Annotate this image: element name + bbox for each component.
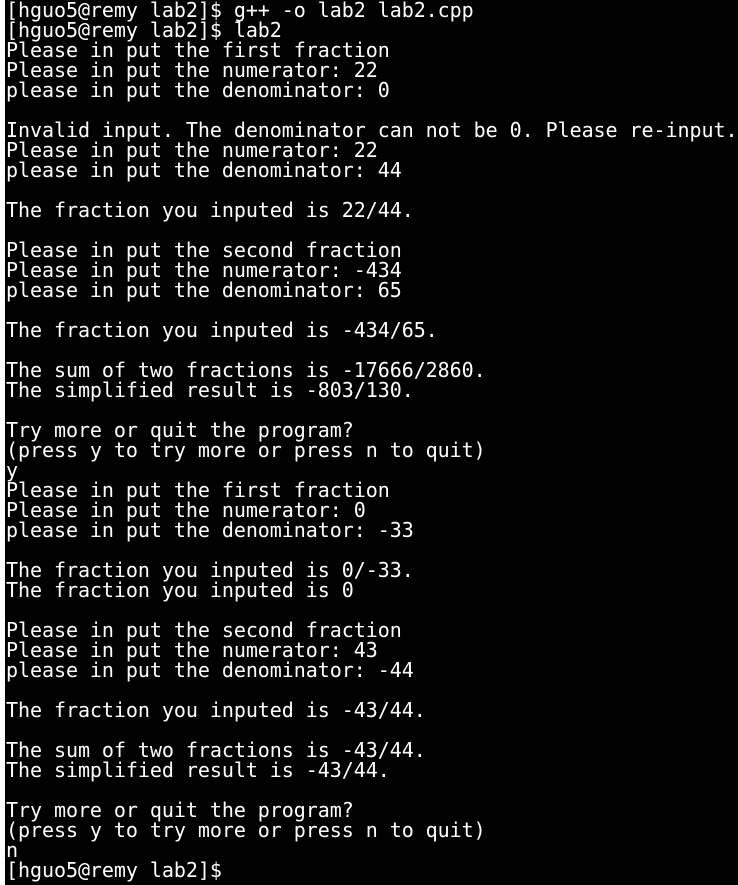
terminal-line: Invalid input. The denominator can not b… xyxy=(6,118,738,142)
terminal-line: Please in put the numerator: 0 xyxy=(6,498,366,522)
terminal-line: Try more or quit the program? xyxy=(6,798,354,822)
terminal-line: n xyxy=(6,838,18,862)
terminal-window[interactable]: [hguo5@remy lab2]$ g++ -o lab2 lab2.cpp[… xyxy=(0,0,738,885)
terminal-output: [hguo5@remy lab2]$ g++ -o lab2 lab2.cpp[… xyxy=(6,0,738,880)
terminal-line: Please in put the numerator: -434 xyxy=(6,258,402,282)
terminal-line: The simplified result is -43/44. xyxy=(6,758,390,782)
terminal-line: Please in put the first fraction xyxy=(6,478,390,502)
terminal-line: please in put the denominator: -44 xyxy=(6,658,414,682)
terminal-line: Try more or quit the program? xyxy=(6,418,354,442)
terminal-line: The fraction you inputed is 0/-33. xyxy=(6,558,414,582)
terminal-cursor xyxy=(234,864,245,883)
terminal-line: please in put the denominator: 65 xyxy=(6,278,402,302)
terminal-line: Please in put the numerator: 43 xyxy=(6,638,378,662)
terminal-line: The simplified result is -803/130. xyxy=(6,378,414,402)
terminal-line: Please in put the second fraction xyxy=(6,618,402,642)
terminal-line: Please in put the first fraction xyxy=(6,38,390,62)
window-left-border xyxy=(0,0,5,885)
terminal-line: [hguo5@remy lab2]$ g++ -o lab2 lab2.cpp xyxy=(6,0,474,22)
terminal-line: please in put the denominator: 0 xyxy=(6,78,390,102)
terminal-line: The fraction you inputed is -43/44. xyxy=(6,698,426,722)
terminal-line: The sum of two fractions is -43/44. xyxy=(6,738,426,762)
terminal-line: please in put the denominator: -33 xyxy=(6,518,414,542)
terminal-line: (press y to try more or press n to quit) xyxy=(6,818,486,842)
terminal-line: Please in put the numerator: 22 xyxy=(6,58,378,82)
terminal-line: (press y to try more or press n to quit) xyxy=(6,438,486,462)
terminal-line: y xyxy=(6,458,18,482)
terminal-line: [hguo5@remy lab2]$ xyxy=(6,858,222,882)
terminal-line: Please in put the numerator: 22 xyxy=(6,138,378,162)
terminal-line: please in put the denominator: 44 xyxy=(6,158,402,182)
terminal-line: [hguo5@remy lab2]$ lab2 xyxy=(6,18,282,42)
terminal-line: The fraction you inputed is 0 xyxy=(6,578,354,602)
terminal-line: The fraction you inputed is -434/65. xyxy=(6,318,438,342)
terminal-line: The sum of two fractions is -17666/2860. xyxy=(6,358,486,382)
terminal-line: Please in put the second fraction xyxy=(6,238,402,262)
terminal-line: The fraction you inputed is 22/44. xyxy=(6,198,414,222)
